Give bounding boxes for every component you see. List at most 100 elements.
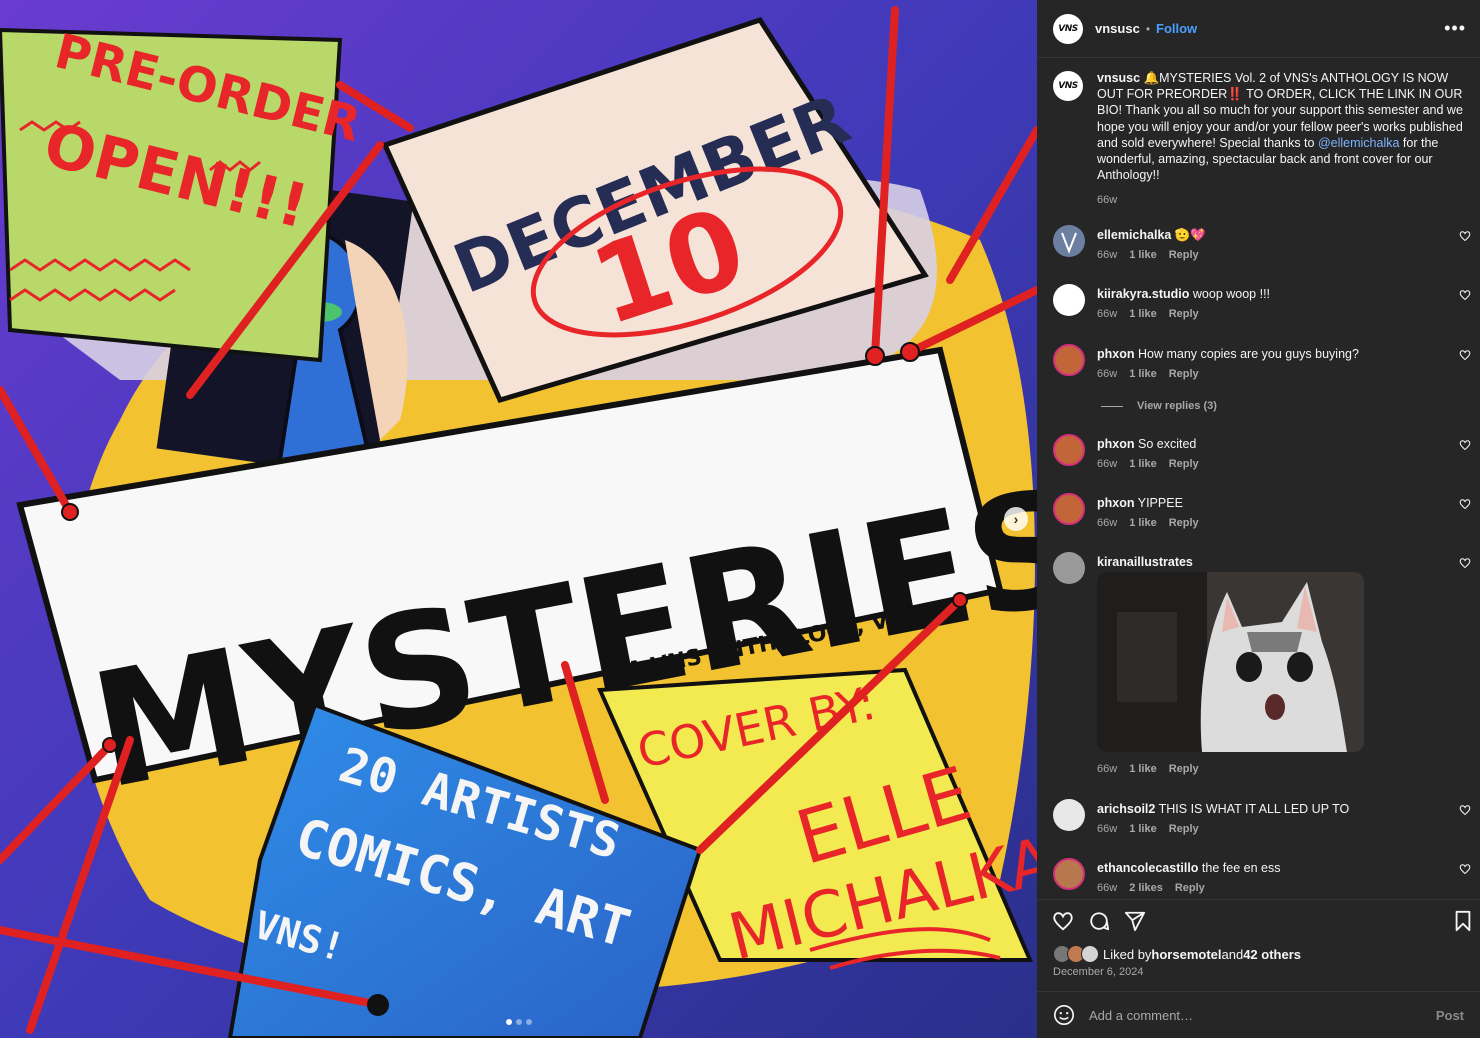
comment-likes[interactable]: 1 like: [1129, 249, 1157, 261]
comment-username[interactable]: kiirakyra.studio: [1097, 287, 1189, 301]
comment-likes[interactable]: 1 like: [1129, 763, 1157, 775]
likes-summary[interactable]: Liked by horsemotel and 42 others: [1053, 945, 1301, 963]
comment-meta: 66w 1 like Reply: [1097, 308, 1199, 320]
comment-text: ethancolecastillo the fee en ess: [1097, 860, 1427, 876]
likes-others[interactable]: 42 others: [1243, 947, 1301, 962]
carousel-dot-active: [506, 1019, 512, 1025]
caption-avatar[interactable]: VNS: [1053, 71, 1083, 101]
comment-heart-icon[interactable]: [1459, 804, 1471, 816]
commenter-avatar[interactable]: [1053, 493, 1085, 525]
post-media[interactable]: PRE-ORDER OPEN!!! DECEMBER 10 MYSTERIES …: [0, 0, 1037, 1038]
carousel-dot: [526, 1019, 532, 1025]
avatar-logo-text: VNS: [1058, 81, 1078, 91]
reply-button[interactable]: Reply: [1169, 763, 1199, 775]
commenter-avatar[interactable]: [1053, 552, 1085, 584]
post-details-panel: VNS vnsusc • Follow ••• VNS vnsusc 🔔MYST…: [1037, 0, 1480, 1038]
comment-text: phxon How many copies are you guys buyin…: [1097, 346, 1427, 362]
comment-text: kiirakyra.studio woop woop !!!: [1097, 286, 1427, 302]
comment-likes[interactable]: 1 like: [1129, 308, 1157, 320]
heart-icon[interactable]: [1052, 910, 1074, 932]
carousel-dot: [516, 1019, 522, 1025]
commenter-avatar[interactable]: [1053, 799, 1085, 831]
comment-time: 66w: [1097, 763, 1118, 775]
comment-meta: 66w 2 likes Reply: [1097, 882, 1205, 894]
comment-icon[interactable]: [1088, 910, 1110, 932]
comment-username[interactable]: ellemichalka: [1097, 228, 1171, 242]
comment-body: YIPPEE: [1137, 496, 1183, 510]
comment-likes[interactable]: 1 like: [1129, 458, 1157, 470]
reply-button[interactable]: Reply: [1169, 249, 1199, 261]
comment-time: 66w: [1097, 458, 1118, 470]
comment-likes[interactable]: 1 like: [1129, 517, 1157, 529]
comment-meta: 66w 1 like Reply: [1097, 763, 1199, 775]
comment-meta: 66w 1 like Reply: [1097, 458, 1199, 470]
share-icon[interactable]: [1124, 910, 1146, 932]
follow-button[interactable]: Follow: [1156, 21, 1197, 36]
likes-prefix: Liked by: [1103, 946, 1152, 962]
header-separator: •: [1145, 21, 1151, 36]
comment-heart-icon[interactable]: [1459, 498, 1471, 510]
comment-body: woop woop !!!: [1192, 287, 1271, 301]
reply-button[interactable]: Reply: [1169, 458, 1199, 470]
commenter-avatar[interactable]: [1053, 225, 1085, 257]
comment-username[interactable]: phxon: [1097, 347, 1135, 361]
liker-avatars: [1053, 945, 1099, 963]
comment-body: How many copies are you guys buying?: [1137, 347, 1359, 361]
comment-text: ellemichalka 🫡💖: [1097, 227, 1427, 243]
comment-heart-icon[interactable]: [1459, 439, 1471, 451]
likes-middle: and: [1221, 946, 1244, 962]
comment-heart-icon[interactable]: [1459, 289, 1471, 301]
author-avatar[interactable]: VNS: [1053, 13, 1083, 44]
comment-time: 66w: [1097, 517, 1118, 529]
commenter-avatar[interactable]: [1053, 344, 1085, 376]
reply-button[interactable]: Reply: [1169, 368, 1199, 380]
comment-heart-icon[interactable]: [1459, 349, 1471, 361]
comment-likes[interactable]: 2 likes: [1129, 882, 1163, 894]
carousel-next-button[interactable]: ›: [1004, 507, 1028, 531]
comment-time: 66w: [1097, 249, 1118, 261]
author-username[interactable]: vnsusc: [1095, 21, 1140, 36]
reply-button[interactable]: Reply: [1175, 882, 1205, 894]
comment-heart-icon[interactable]: [1459, 863, 1471, 875]
chevron-right-icon: ›: [1013, 511, 1019, 527]
comment-heart-icon[interactable]: [1459, 557, 1471, 569]
caption-mention-link[interactable]: @ellemichalka: [1318, 136, 1399, 150]
caption-time: 66w: [1097, 194, 1118, 207]
comment-username[interactable]: phxon: [1097, 496, 1135, 510]
post-date: December 6, 2024: [1053, 966, 1144, 978]
comment-username[interactable]: phxon: [1097, 437, 1135, 451]
comment-likes[interactable]: 1 like: [1129, 823, 1157, 835]
caption-text: vnsusc 🔔MYSTERIES Vol. 2 of VNS's ANTHOL…: [1097, 70, 1463, 209]
commenter-avatar[interactable]: [1053, 434, 1085, 466]
comment-time: 66w: [1097, 882, 1118, 894]
comment-likes[interactable]: 1 like: [1129, 368, 1157, 380]
add-comment-bar: Post: [1037, 992, 1480, 1038]
post-header: VNS vnsusc • Follow •••: [1037, 0, 1480, 57]
more-options-icon[interactable]: •••: [1444, 18, 1466, 39]
likes-username[interactable]: horsemotel: [1151, 947, 1221, 962]
comment-time: 66w: [1097, 823, 1118, 835]
comment-gif-image[interactable]: [1097, 572, 1364, 752]
comment-username[interactable]: kiranaillustrates: [1097, 555, 1193, 569]
reply-button[interactable]: Reply: [1169, 517, 1199, 529]
comment-time: 66w: [1097, 368, 1118, 380]
comment-username[interactable]: ethancolecastillo: [1097, 861, 1198, 875]
comment-body: THIS IS WHAT IT ALL LED UP TO: [1158, 802, 1350, 816]
bookmark-icon[interactable]: [1452, 910, 1474, 932]
commenter-avatar[interactable]: [1053, 858, 1085, 890]
comment-username[interactable]: arichsoil2: [1097, 802, 1155, 816]
comment-text: arichsoil2 THIS IS WHAT IT ALL LED UP TO: [1097, 801, 1427, 817]
comment-input[interactable]: [1089, 1007, 1436, 1023]
post-comment-button[interactable]: Post: [1436, 1008, 1464, 1023]
emoji-icon[interactable]: [1053, 1004, 1075, 1026]
comment-meta: 66w 1 like Reply: [1097, 517, 1199, 529]
carousel-indicator: [506, 1019, 532, 1025]
commenter-avatar[interactable]: [1053, 284, 1085, 316]
view-replies-button[interactable]: View replies (3): [1101, 400, 1217, 412]
comments-list[interactable]: VNS vnsusc 🔔MYSTERIES Vol. 2 of VNS's AN…: [1037, 58, 1480, 898]
comment-heart-icon[interactable]: [1459, 230, 1471, 242]
reply-button[interactable]: Reply: [1169, 308, 1199, 320]
caption-username[interactable]: vnsusc: [1097, 71, 1140, 85]
actions-divider: [1037, 899, 1480, 900]
reply-button[interactable]: Reply: [1169, 823, 1199, 835]
